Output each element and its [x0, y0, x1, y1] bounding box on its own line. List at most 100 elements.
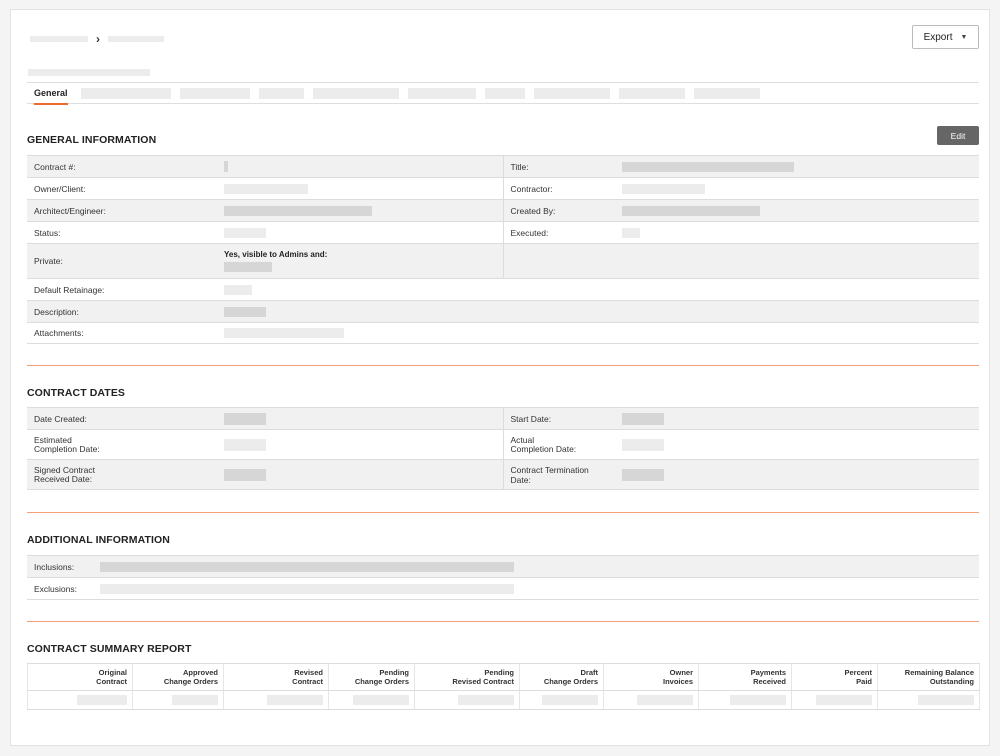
table-row: Description:: [27, 300, 979, 323]
col-revised-contract: Revised Contract: [223, 663, 329, 691]
col-percent-paid: Percent Paid: [791, 663, 878, 691]
col-approved-change-orders: Approved Change Orders: [132, 663, 224, 691]
contract-summary-heading: CONTRACT SUMMARY REPORT: [27, 643, 192, 655]
termination-date-label: Contract Termination Date:: [502, 459, 615, 490]
tab-item[interactable]: [533, 87, 610, 99]
summary-cell: [223, 690, 329, 710]
owner-client-label: Owner/Client:: [27, 177, 217, 200]
tab-item[interactable]: [484, 87, 525, 99]
default-retainage-label: Default Retainage:: [27, 278, 217, 301]
title-label: Title:: [502, 155, 615, 178]
summary-cell: [328, 690, 415, 710]
caret-down-icon: ▼: [960, 33, 968, 41]
table-row: Date Created: Start Date:: [27, 407, 979, 430]
col-owner-invoices: Owner Invoices: [603, 663, 699, 691]
tab-item[interactable]: [407, 87, 476, 99]
title-value: [615, 155, 979, 178]
description-label: Description:: [27, 300, 217, 323]
section-divider: [27, 365, 979, 366]
summary-cell: [27, 690, 133, 710]
inclusions-value: [93, 555, 979, 578]
summary-cell: [698, 690, 792, 710]
table-row: Inclusions:: [27, 555, 979, 578]
actual-completion-label: Actual Completion Date:: [502, 429, 615, 460]
date-created-value: [217, 407, 503, 430]
inclusions-label: Inclusions:: [27, 555, 93, 578]
col-draft-change-orders: Draft Change Orders: [519, 663, 604, 691]
breadcrumb-item-1[interactable]: [30, 36, 88, 42]
date-created-label: Date Created:: [27, 407, 217, 430]
tab-item[interactable]: [258, 87, 304, 99]
section-divider: [27, 621, 979, 622]
contract-dates-heading: CONTRACT DATES: [27, 387, 126, 399]
tab-item[interactable]: [312, 87, 399, 99]
col-original-contract: Original Contract: [27, 663, 133, 691]
col-pending-revised-contract: Pending Revised Contract: [414, 663, 520, 691]
architect-engineer-value[interactable]: [217, 199, 503, 222]
tab-item[interactable]: [80, 87, 171, 99]
contractor-label: Contractor:: [502, 177, 615, 200]
termination-date-value: [615, 459, 979, 490]
edit-button[interactable]: Edit: [937, 126, 979, 145]
tab-bar: General: [27, 82, 979, 105]
summary-cell: [519, 690, 604, 710]
summary-data-row: [27, 690, 980, 710]
summary-cell: [603, 690, 699, 710]
exclusions-label: Exclusions:: [27, 577, 93, 600]
created-by-value[interactable]: [615, 199, 979, 222]
additional-info-table: Inclusions: Exclusions:: [27, 555, 979, 600]
contractor-value[interactable]: [615, 177, 979, 200]
actual-completion-value: [615, 429, 979, 460]
chevron-right-icon: ›: [96, 32, 100, 46]
executed-label: Executed:: [502, 221, 615, 244]
general-info-heading: GENERAL INFORMATION: [27, 134, 157, 146]
summary-cell: [132, 690, 224, 710]
private-value: Yes, visible to Admins and:: [217, 243, 503, 279]
private-label: Private:: [27, 243, 217, 279]
signed-contract-received-value: [217, 459, 503, 490]
estimated-completion-label: Estimated Completion Date:: [27, 429, 217, 460]
table-row: Private: Yes, visible to Admins and:: [27, 243, 979, 279]
breadcrumb-item-2[interactable]: [108, 36, 164, 42]
owner-client-value[interactable]: [217, 177, 503, 200]
attachments-value[interactable]: [217, 322, 503, 344]
signed-contract-received-label: Signed Contract Received Date:: [27, 459, 217, 490]
summary-cell: [791, 690, 878, 710]
additional-info-heading: ADDITIONAL INFORMATION: [27, 534, 170, 546]
table-row: Architect/Engineer: Created By:: [27, 199, 979, 222]
executed-value: [615, 221, 979, 244]
col-pending-change-orders: Pending Change Orders: [328, 663, 415, 691]
table-row: Owner/Client: Contractor:: [27, 177, 979, 200]
contract-page: › Export ▼ General GENERAL INFORMATION E…: [10, 9, 990, 746]
description-value: [217, 300, 503, 323]
table-row: Status: Executed:: [27, 221, 979, 244]
attachments-label: Attachments:: [27, 322, 217, 344]
contract-number-value: [217, 155, 503, 178]
architect-engineer-label: Architect/Engineer:: [27, 199, 217, 222]
tab-item[interactable]: [693, 87, 760, 99]
table-row: Estimated Completion Date: Actual Comple…: [27, 429, 979, 460]
summary-cell: [877, 690, 980, 710]
tab-item[interactable]: [179, 87, 250, 99]
summary-header-row: Original Contract Approved Change Orders R…: [27, 663, 980, 691]
general-info-table: Contract #: Title: Owner/Client: Contrac…: [27, 155, 979, 344]
default-retainage-value: [217, 278, 503, 301]
table-row: Attachments:: [27, 322, 979, 344]
summary-cell: [414, 690, 520, 710]
col-remaining-balance: Remaining Balance Outstanding: [877, 663, 980, 691]
page-title: [28, 64, 150, 82]
contract-number-label: Contract #:: [27, 155, 217, 178]
start-date-label: Start Date:: [502, 407, 615, 430]
contract-dates-table: Date Created: Start Date: Estimated Comp…: [27, 407, 979, 490]
private-text: Yes, visible to Admins and:: [224, 249, 328, 259]
contract-summary-table: Original Contract Approved Change Orders R…: [27, 663, 980, 710]
export-button[interactable]: Export ▼: [912, 25, 979, 49]
col-payments-received: Payments Received: [698, 663, 792, 691]
table-row: Default Retainage:: [27, 278, 979, 301]
tab-item[interactable]: [618, 87, 685, 99]
status-value: [217, 221, 503, 244]
tab-general[interactable]: General: [34, 83, 68, 105]
start-date-value: [615, 407, 979, 430]
created-by-label: Created By:: [502, 199, 615, 222]
table-row: Exclusions:: [27, 577, 979, 600]
